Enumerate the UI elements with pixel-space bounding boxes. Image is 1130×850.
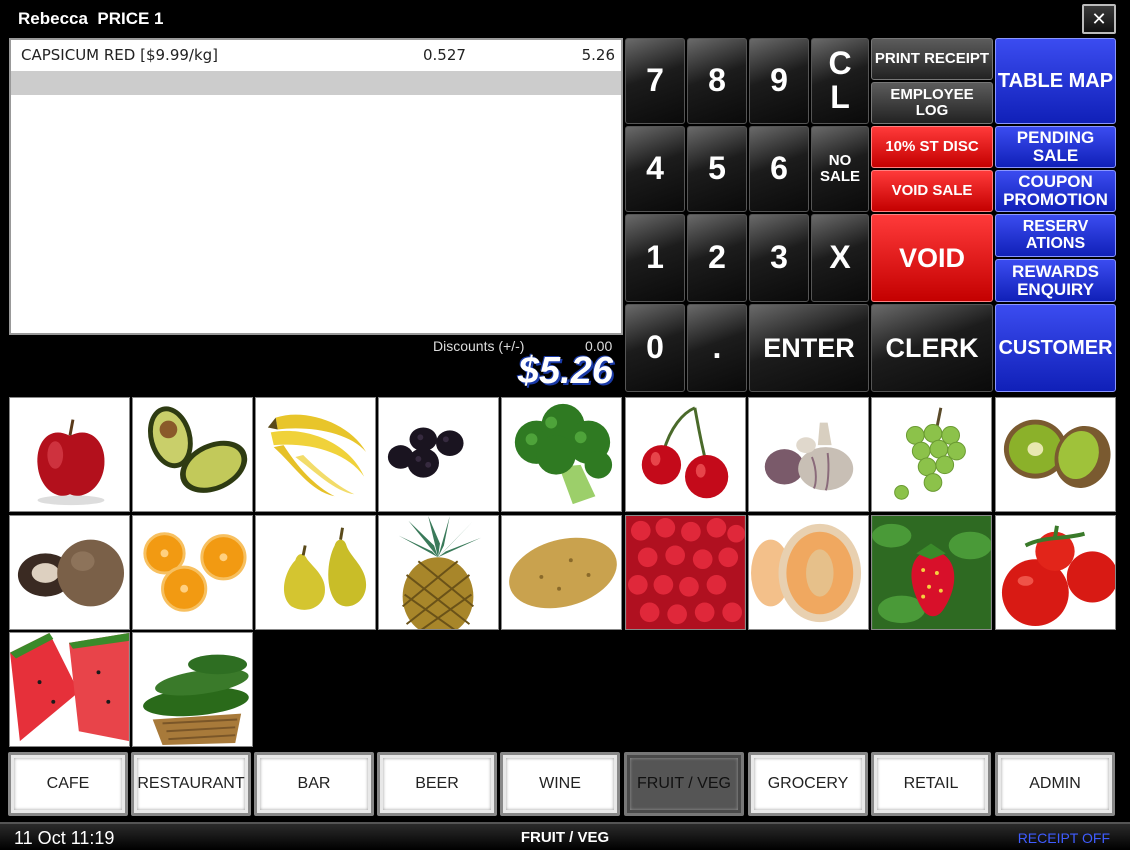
tab-admin[interactable]: ADMIN bbox=[995, 752, 1115, 816]
product-cherry[interactable] bbox=[625, 397, 746, 512]
clerk-key[interactable]: CLERK bbox=[871, 304, 993, 392]
tab-label: BAR bbox=[260, 758, 368, 810]
product-zucchini[interactable] bbox=[132, 632, 253, 747]
tab-label: FRUIT / VEG bbox=[630, 758, 738, 810]
tab-cafe[interactable]: CAFE bbox=[8, 752, 128, 816]
pending-sale-button[interactable]: PENDING SALE bbox=[995, 126, 1116, 168]
void-button[interactable]: VOID bbox=[871, 214, 993, 302]
product-orange[interactable] bbox=[132, 515, 253, 630]
product-broccoli[interactable] bbox=[501, 397, 622, 512]
potato-icon bbox=[509, 537, 617, 609]
item-amount: 5.26 bbox=[581, 46, 615, 64]
tab-retail[interactable]: RETAIL bbox=[871, 752, 991, 816]
orange-icon bbox=[143, 532, 247, 612]
title-bar: Rebecca PRICE 1 ✕ bbox=[0, 0, 1130, 36]
product-avocado[interactable] bbox=[132, 397, 253, 512]
reservations-button[interactable]: RESERV ATIONS bbox=[995, 214, 1116, 257]
product-apple[interactable] bbox=[9, 397, 130, 512]
tab-grocery[interactable]: GROCERY bbox=[748, 752, 868, 816]
table-map-button[interactable]: TABLE MAP bbox=[995, 38, 1116, 124]
banana-icon bbox=[267, 414, 367, 497]
tab-label: CAFE bbox=[14, 758, 122, 810]
employee-log-button[interactable]: EMPLOYEE LOG bbox=[871, 82, 993, 124]
receipt-mode-toggle[interactable]: RECEIPT OFF bbox=[1018, 830, 1110, 846]
product-strawberry[interactable] bbox=[871, 515, 992, 630]
product-blackberry[interactable] bbox=[378, 397, 499, 512]
enter-key[interactable]: ENTER bbox=[749, 304, 869, 392]
melon-icon bbox=[751, 523, 862, 623]
item-name: CAPSICUM RED [$9.99/kg] bbox=[21, 46, 219, 64]
tab-wine[interactable]: WINE bbox=[500, 752, 620, 816]
void-sale-button[interactable]: VOID SALE bbox=[871, 170, 993, 212]
tab-label: RETAIL bbox=[877, 758, 985, 810]
grapes-icon bbox=[894, 407, 966, 500]
product-kiwi[interactable] bbox=[995, 397, 1116, 512]
clear-key[interactable]: C L bbox=[811, 38, 869, 124]
totals-panel: Discounts (+/-) 0.00 $5.26 bbox=[9, 336, 623, 392]
watermelon-icon bbox=[10, 633, 129, 742]
key-3[interactable]: 3 bbox=[749, 214, 809, 302]
avocado-icon bbox=[147, 406, 248, 493]
broccoli-icon bbox=[514, 403, 613, 505]
pineapple-icon bbox=[398, 516, 482, 629]
mushroom-icon bbox=[17, 539, 125, 607]
no-sale-key[interactable]: NO SALE bbox=[811, 126, 869, 212]
key-7[interactable]: 7 bbox=[625, 38, 685, 124]
st-discount-button[interactable]: 10% ST DISC bbox=[871, 126, 993, 168]
garlic-icon bbox=[764, 422, 854, 491]
product-mushroom[interactable] bbox=[9, 515, 130, 630]
zucchini-icon bbox=[143, 654, 249, 746]
tab-label: WINE bbox=[506, 758, 614, 810]
tab-label: BEER bbox=[383, 758, 491, 810]
key-4[interactable]: 4 bbox=[625, 126, 685, 212]
blackberry-icon bbox=[387, 427, 464, 478]
product-banana[interactable] bbox=[255, 397, 376, 512]
key-6[interactable]: 6 bbox=[749, 126, 809, 212]
pear-icon bbox=[284, 527, 367, 610]
product-pear[interactable] bbox=[255, 515, 376, 630]
key-1[interactable]: 1 bbox=[625, 214, 685, 302]
customer-button[interactable]: CUSTOMER bbox=[995, 304, 1116, 392]
product-garlic[interactable] bbox=[748, 397, 869, 512]
status-bar: 11 Oct 11:19 FRUIT / VEG RECEIPT OFF bbox=[0, 822, 1130, 850]
product-potato[interactable] bbox=[501, 515, 622, 630]
product-watermelon[interactable] bbox=[9, 632, 130, 747]
product-grapes[interactable] bbox=[871, 397, 992, 512]
product-melon[interactable] bbox=[748, 515, 869, 630]
key-0[interactable]: 0 bbox=[625, 304, 685, 392]
raspberry-icon bbox=[626, 516, 745, 629]
multiply-key[interactable]: X bbox=[811, 214, 869, 302]
selected-row-highlight[interactable] bbox=[11, 71, 621, 95]
print-receipt-button[interactable]: PRINT RECEIPT bbox=[871, 38, 993, 80]
receipt-list: CAPSICUM RED [$9.99/kg] 0.527 5.26 bbox=[9, 38, 623, 335]
tab-label: RESTAURANT bbox=[137, 758, 245, 810]
cherry-icon bbox=[641, 406, 729, 499]
key-8[interactable]: 8 bbox=[687, 38, 747, 124]
key-5[interactable]: 5 bbox=[687, 126, 747, 212]
tab-beer[interactable]: BEER bbox=[377, 752, 497, 816]
strawberry-icon bbox=[872, 516, 991, 629]
tab-bar[interactable]: BAR bbox=[254, 752, 374, 816]
close-button[interactable]: ✕ bbox=[1082, 4, 1116, 34]
item-qty: 0.527 bbox=[423, 46, 466, 64]
decimal-key[interactable]: . bbox=[687, 304, 747, 392]
tab-fruit-veg[interactable]: FRUIT / VEG bbox=[624, 752, 744, 816]
key-2[interactable]: 2 bbox=[687, 214, 747, 302]
coupon-promotion-button[interactable]: COUPON PROMOTION bbox=[995, 170, 1116, 212]
receipt-line[interactable]: CAPSICUM RED [$9.99/kg] 0.527 5.26 bbox=[11, 44, 621, 68]
total-amount: $5.26 bbox=[517, 350, 613, 392]
product-raspberry[interactable] bbox=[625, 515, 746, 630]
tab-label: GROCERY bbox=[754, 758, 862, 810]
status-category: FRUIT / VEG bbox=[520, 829, 610, 846]
tomato-icon bbox=[1001, 525, 1115, 627]
rewards-enquiry-button[interactable]: REWARDS ENQUIRY bbox=[995, 259, 1116, 302]
product-pineapple[interactable] bbox=[378, 515, 499, 630]
window-title: Rebecca PRICE 1 bbox=[18, 9, 164, 28]
apple-icon bbox=[37, 419, 105, 506]
kiwi-icon bbox=[1003, 419, 1111, 488]
key-9[interactable]: 9 bbox=[749, 38, 809, 124]
product-tomato[interactable] bbox=[995, 515, 1116, 630]
tab-label: ADMIN bbox=[1001, 758, 1109, 810]
tab-restaurant[interactable]: RESTAURANT bbox=[131, 752, 251, 816]
